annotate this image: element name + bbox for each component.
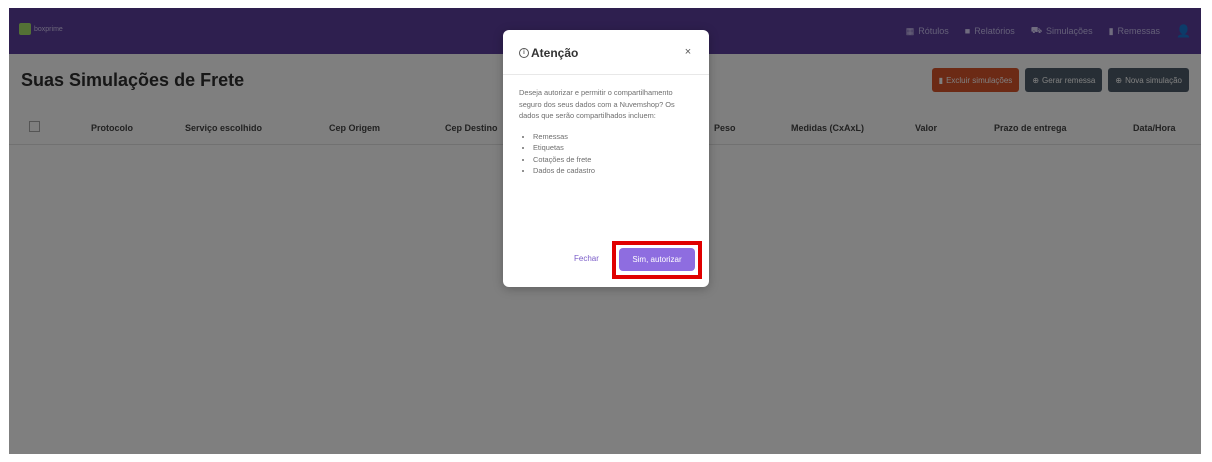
authorize-button[interactable]: Sim, autorizar [619, 248, 695, 271]
dialog-header: i Atenção × [503, 30, 709, 75]
dialog-body: Deseja autorizar e permitir o compartilh… [519, 87, 695, 177]
list-item: Cotações de frete [533, 154, 695, 166]
dialog-title: i Atenção [519, 46, 578, 60]
dialog-message: Deseja autorizar e permitir o compartilh… [519, 88, 675, 120]
list-item: Dados de cadastro [533, 165, 695, 177]
close-button[interactable]: Fechar [574, 254, 599, 263]
list-item: Etiquetas [533, 142, 695, 154]
consent-dialog: i Atenção × Deseja autorizar e permitir … [503, 30, 709, 287]
close-icon[interactable]: × [681, 45, 695, 59]
app-window: boxprime ▦ Rótulos ■ Relatórios ⛟ Simula… [9, 8, 1201, 454]
dialog-footer: Fechar Sim, autorizar [503, 240, 709, 287]
info-icon: i [519, 48, 529, 58]
dialog-title-text: Atenção [531, 46, 579, 60]
shared-data-list: Remessas Etiquetas Cotações de frete Dad… [519, 131, 695, 177]
list-item: Remessas [533, 131, 695, 143]
